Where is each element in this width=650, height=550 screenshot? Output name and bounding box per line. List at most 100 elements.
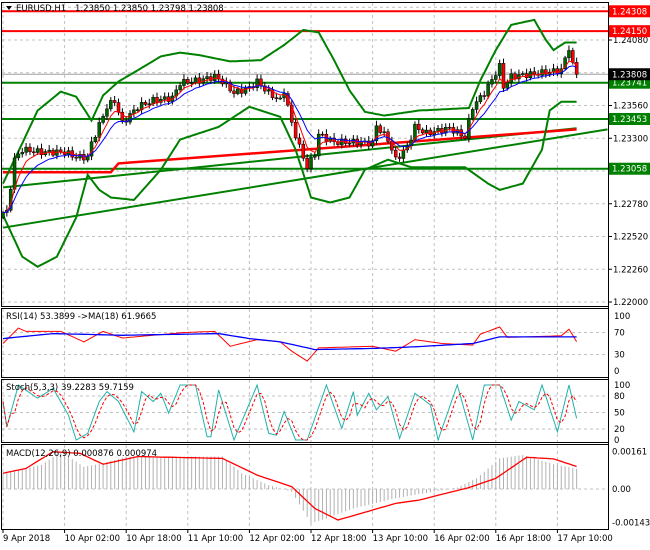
bull-candle — [567, 50, 571, 59]
bull-candle — [401, 149, 406, 159]
price-label: 1.22000 — [613, 298, 648, 308]
bull-candle — [478, 95, 483, 102]
time-label: 10 Apr 18:00 — [126, 534, 181, 544]
bull-candle — [313, 155, 317, 158]
bear-candle — [501, 63, 506, 89]
bear-candle — [112, 100, 117, 103]
bollinger-lower-band — [2, 100, 577, 268]
bear-candle — [305, 157, 309, 170]
bear-candle — [532, 71, 537, 75]
bull-candle — [474, 101, 479, 110]
macd-title: MACD(12,26,9) 0.000876 0.000974 — [6, 449, 157, 459]
stoch-axis-label: 80 — [614, 392, 625, 402]
bear-candle — [28, 146, 32, 153]
bear-candle — [417, 123, 421, 130]
time-label: 16 Apr 18:00 — [496, 534, 551, 544]
bear-candle — [155, 97, 159, 103]
bull-candle — [490, 79, 494, 85]
macd-axis-label: 0.00161 — [612, 448, 647, 458]
ohlc-label: 1.23850 1.23850 1.23798 1.23808 — [75, 4, 224, 14]
bull-candle — [540, 69, 544, 76]
bear-candle — [116, 102, 121, 113]
bull-candle — [213, 73, 217, 81]
bull-candle — [24, 146, 28, 153]
bull-candle — [189, 82, 194, 84]
bull-candle — [470, 109, 475, 120]
rsi-axis-label: 0 — [614, 367, 619, 377]
time-label: 16 Apr 02:00 — [434, 534, 489, 544]
macd-axis-label: -0.001436 — [612, 518, 650, 528]
stochastic-panel[interactable]: Stoch(5,3,3) 39.2283 59.7159 — [2, 383, 578, 442]
bull-candle — [136, 109, 140, 111]
bear-candle — [378, 125, 383, 133]
price-panel[interactable] — [1, 10, 609, 268]
time-label: 11 Apr 10:00 — [188, 534, 243, 544]
price-label: 1.23560 — [613, 102, 648, 112]
bull-candle — [109, 100, 113, 110]
price-label: 1.24080 — [613, 36, 648, 46]
bear-candle — [571, 50, 575, 63]
bear-candle — [301, 143, 306, 159]
time-label: 9 Apr 2018 — [3, 534, 50, 544]
price-level-label: 1.23058 — [612, 165, 647, 175]
bull-candle — [278, 97, 282, 100]
bear-candle — [232, 90, 236, 94]
bull-candle — [382, 131, 386, 134]
bull-candle — [178, 85, 182, 91]
time-label: 17 Apr 10:00 — [557, 534, 612, 544]
bear-candle — [463, 135, 467, 139]
price-level-label: 1.24308 — [612, 7, 647, 17]
bull-candle — [16, 153, 21, 159]
bull-candle — [266, 89, 271, 92]
bear-candle — [320, 133, 325, 136]
rsi-axis-label: 70 — [614, 329, 625, 339]
bull-candle — [205, 76, 209, 79]
bull-candle — [101, 115, 105, 123]
price-level-label: 1.23453 — [612, 115, 647, 125]
price-label: 1.22780 — [613, 200, 648, 210]
bull-candle — [132, 109, 136, 114]
bear-candle — [82, 154, 86, 161]
bear-candle — [274, 97, 279, 99]
bull-candle — [35, 148, 40, 153]
time-label: 10 Apr 02:00 — [65, 534, 120, 544]
bull-candle — [182, 79, 186, 86]
bear-candle — [482, 95, 486, 97]
bull-candle — [494, 75, 498, 80]
macd-panel[interactable]: MACD(12,26,9) 0.000876 0.000974 — [2, 449, 578, 524]
time-label: 13 Apr 10:00 — [373, 534, 428, 544]
collapse-triangle-icon[interactable] — [6, 6, 12, 10]
bull-candle — [105, 108, 109, 117]
trading-chart[interactable]: RSI(14) 53.3899 ->MA(18) 61.9665 Stoch(5… — [0, 0, 650, 550]
bull-candle — [309, 156, 313, 170]
bull-candle — [162, 96, 167, 100]
price-level-label: 1.24150 — [612, 27, 647, 37]
bear-candle — [513, 73, 517, 80]
price-label: 1.23300 — [613, 134, 648, 144]
bull-candle — [236, 88, 240, 94]
bull-candle — [497, 63, 502, 76]
bull-candle — [20, 152, 24, 155]
bear-candle — [393, 149, 398, 158]
bear-candle — [186, 79, 190, 84]
bear-candle — [447, 126, 452, 129]
stoch-axis-label: 100 — [614, 381, 630, 391]
rsi-axis-label: 30 — [614, 351, 625, 361]
bull-candle — [505, 82, 510, 89]
bear-candle — [32, 151, 36, 154]
bull-candle — [193, 77, 198, 83]
time-label: 12 Apr 18:00 — [311, 534, 366, 544]
rsi-ma-line — [2, 332, 577, 351]
bull-candle — [47, 149, 51, 152]
macd-axis-label: 0.00 — [612, 485, 631, 495]
stoch-axis-label: 20 — [614, 425, 625, 435]
current-price-label: 1.23808 — [612, 70, 647, 80]
bull-candle — [147, 103, 152, 105]
price-label: 1.22520 — [613, 233, 648, 243]
bull-candle — [521, 73, 525, 75]
time-label: 12 Apr 02:00 — [249, 534, 304, 544]
macd-signal-line — [2, 451, 577, 521]
rsi-panel[interactable]: RSI(14) 53.3899 ->MA(18) 61.9665 — [2, 312, 578, 362]
rsi-title: RSI(14) 53.3899 ->MA(18) 61.9665 — [6, 312, 156, 322]
bear-candle — [293, 121, 298, 139]
